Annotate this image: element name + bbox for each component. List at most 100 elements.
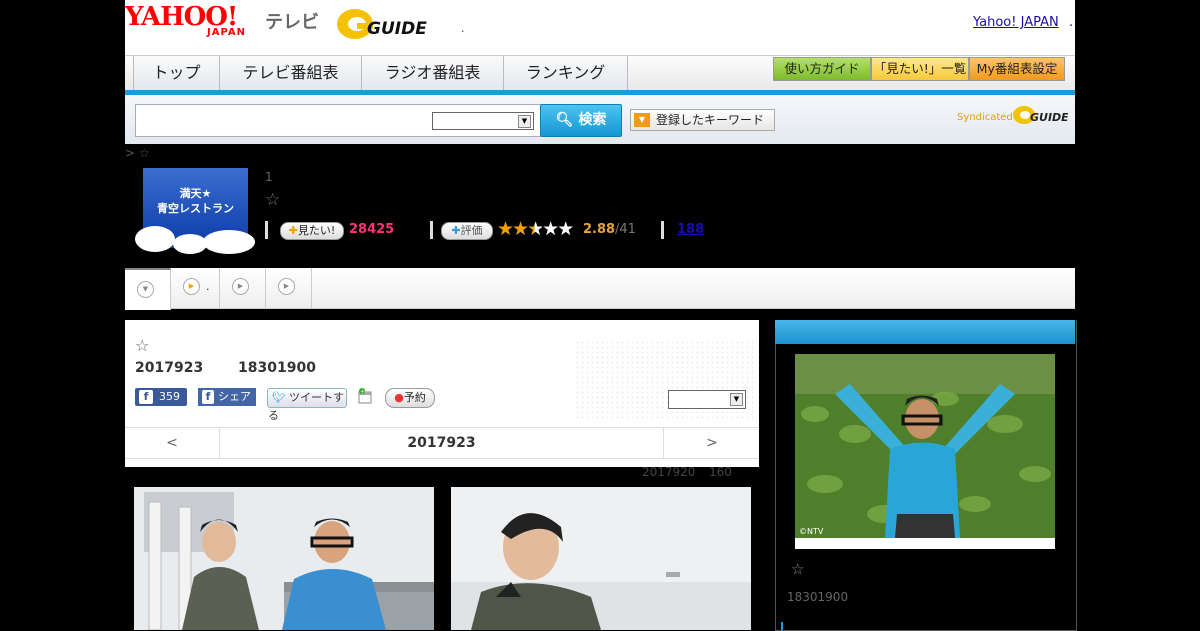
divider xyxy=(265,221,268,239)
program-tabs: ▼ ▶ . ▶ ▶ xyxy=(125,268,1075,310)
play-icon: ▶ xyxy=(183,278,200,295)
star-icon: ★ xyxy=(512,218,529,240)
syndicated-gguide-logo: GUIDE xyxy=(1012,103,1069,129)
plus-icon: ✚ xyxy=(451,224,461,237)
my-schedule-settings-button[interactable]: My番組表設定 xyxy=(969,57,1065,81)
program-thumbnail[interactable]: 満天★ 青空レストラン xyxy=(135,168,255,254)
program-photo-2[interactable] xyxy=(451,487,751,630)
search-icon: 🔍︎ xyxy=(555,112,574,128)
share-label: シェア xyxy=(218,390,251,403)
reserve-button[interactable]: ●予約 xyxy=(385,388,435,408)
tv-label[interactable]: テレビ xyxy=(265,8,319,34)
search-bar: ▼ 🔍︎ 検索 ▼ 登録したキーワード Syndicated GUIDE xyxy=(125,95,1075,144)
facebook-like-count: 359 xyxy=(159,390,180,403)
tab-detail[interactable]: ▼ xyxy=(125,268,171,310)
update-date: 2017920 xyxy=(642,465,696,479)
rating-stars: ★★★★★ xyxy=(497,218,574,240)
program-photo-1-graphic xyxy=(134,487,434,630)
broadcast-date: 2017923 xyxy=(135,360,204,376)
card-select[interactable]: ▼ xyxy=(668,390,746,409)
program-photo-2-graphic xyxy=(451,487,751,630)
header-dot: . xyxy=(461,22,465,35)
yahoo-japan-link[interactable]: Yahoo! JAPAN xyxy=(973,15,1059,30)
pager-next-button[interactable]: > xyxy=(663,428,760,458)
sidebar-time: 18301900 xyxy=(787,590,849,604)
syndicated-label: Syndicated xyxy=(957,112,1013,123)
divider xyxy=(430,221,433,239)
facebook-like-button[interactable]: f 359 xyxy=(135,388,187,406)
yahoo-japan-sublogo: JAPAN xyxy=(207,27,246,38)
star-icon: ★ xyxy=(557,218,574,240)
rate-button[interactable]: ✚評価 xyxy=(441,222,493,240)
play-icon: ▶ xyxy=(232,278,249,295)
watchlist-button[interactable]: 「見たい!」一覧 xyxy=(871,57,969,81)
tweet-button[interactable]: 🐦︎ ツイートする xyxy=(267,388,347,422)
gguide-logo-graphic: GUIDE xyxy=(337,9,427,39)
plus-icon: ✚ xyxy=(288,224,298,237)
mitai-label: 見たい! xyxy=(297,224,336,237)
facebook-icon: f xyxy=(139,390,153,404)
search-button-label: 検索 xyxy=(578,112,607,128)
review-count-link[interactable]: 188 xyxy=(677,222,704,237)
tab-top[interactable]: トップ xyxy=(134,56,220,90)
thumbnail-title-line2: 青空レストラン xyxy=(157,202,234,215)
chevron-down-icon: ▼ xyxy=(730,393,743,406)
tab-video[interactable]: ▶ . xyxy=(171,268,220,308)
search-category-select[interactable]: ▼ xyxy=(432,112,534,130)
broadcast-time: 18301900 xyxy=(238,360,316,376)
saved-keywords-button[interactable]: ▼ 登録したキーワード xyxy=(630,109,775,131)
sidebar-photo[interactable]: ©NTV xyxy=(795,354,1055,549)
facebook-icon: f xyxy=(202,390,214,404)
program-title-star: ☆ xyxy=(265,190,281,210)
sidebar-title-star: ☆ xyxy=(791,560,805,578)
twitter-bird-icon: 🐦︎ xyxy=(272,391,286,404)
gguide-logo[interactable]: GUIDE xyxy=(335,6,433,40)
update-count: 160 xyxy=(709,465,732,479)
tab-play-3[interactable]: ▶ xyxy=(266,268,312,308)
tab-tv-schedule[interactable]: テレビ番組表 xyxy=(220,56,362,90)
star-half-icon: ★ xyxy=(527,218,544,240)
play-icon: ▶ xyxy=(278,278,295,295)
svg-text:+: + xyxy=(360,389,365,396)
thumbnail-title: 満天★ 青空レストラン xyxy=(143,186,248,216)
add-calendar-icon[interactable]: + xyxy=(357,388,373,404)
syndicated-logo-text: GUIDE xyxy=(1030,111,1068,124)
program-photo-1[interactable] xyxy=(134,487,434,630)
breadcrumb[interactable]: > ☆ xyxy=(125,146,150,160)
tab-ranking[interactable]: ランキング xyxy=(504,56,628,90)
tab-video-dot: . xyxy=(206,280,210,293)
chevron-down-icon: ▼ xyxy=(137,281,154,298)
thumb-cloud xyxy=(135,226,175,252)
chevron-down-icon: ▼ xyxy=(634,113,650,127)
facebook-share-button[interactable]: f シェア xyxy=(198,388,256,406)
star-icon: ★ xyxy=(497,218,514,240)
rating-denominator: /41 xyxy=(615,222,636,237)
divider xyxy=(661,221,664,239)
rating-value: 2.88 xyxy=(583,222,616,237)
thumb-cloud xyxy=(203,230,255,254)
star-icon: ★ xyxy=(542,218,559,240)
broadcast-card: ☆ 2017923 18301900 f 359 f シェア 🐦︎ ツイートする + … xyxy=(125,320,759,467)
card-title-star: ☆ xyxy=(135,336,150,355)
tab-play-2[interactable]: ▶ xyxy=(220,268,266,308)
pager-prev-button[interactable]: < xyxy=(125,428,220,458)
thumb-cloud xyxy=(173,234,207,254)
pager-current-date: 2017923 xyxy=(407,435,476,451)
site-header: YAHOO! JAPAN テレビ GUIDE . Yahoo! JAPAN . xyxy=(125,0,1075,55)
main-nav: トップ テレビ番組表 ラジオ番組表 ランキング 使い方ガイド 「見たい!」一覧 … xyxy=(125,55,1075,94)
yahoo-japan-link-dot: . xyxy=(1069,15,1074,30)
record-icon: ● xyxy=(394,391,404,404)
syndicated-gguide-graphic: GUIDE xyxy=(1013,106,1069,124)
date-pager: < 2017923 > xyxy=(125,427,759,459)
photo-copyright: ©NTV xyxy=(799,527,824,536)
thumbnail-title-line1: 満天★ xyxy=(179,187,212,200)
program-number: 1 xyxy=(265,170,273,184)
sidebar-accent xyxy=(781,622,783,630)
mitai-button[interactable]: ✚見たい! xyxy=(280,222,344,240)
rate-label: 評価 xyxy=(460,224,483,237)
usage-guide-button[interactable]: 使い方ガイド xyxy=(773,57,871,81)
sidebar-photo-image: ©NTV xyxy=(795,354,1055,538)
tab-radio-schedule[interactable]: ラジオ番組表 xyxy=(362,56,504,90)
chevron-down-icon: ▼ xyxy=(518,115,531,128)
search-button[interactable]: 🔍︎ 検索 xyxy=(540,104,622,137)
